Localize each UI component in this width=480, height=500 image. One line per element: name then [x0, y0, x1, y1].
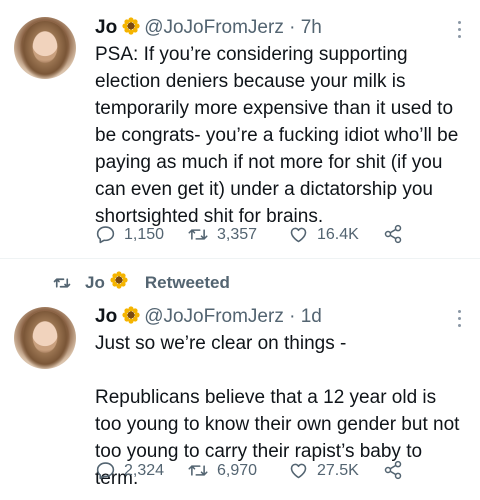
reply-icon: [96, 462, 115, 480]
share-icon: [384, 224, 402, 244]
reply-button[interactable]: 2,324: [95, 460, 164, 481]
retweet-icon: [188, 465, 208, 476]
like-button[interactable]: 27.5K: [288, 460, 359, 481]
retweet-button[interactable]: 3,357: [187, 224, 257, 245]
timestamp[interactable]: 7h: [301, 17, 322, 38]
share-icon: [384, 460, 402, 480]
display-name[interactable]: Jo: [95, 306, 117, 327]
reply-count: 1,150: [124, 225, 165, 243]
avatar[interactable]: [14, 307, 76, 369]
reply-button[interactable]: 1,150: [95, 224, 164, 245]
display-name[interactable]: Jo: [95, 17, 117, 38]
like-button[interactable]: 16.4K: [288, 224, 359, 245]
tweet-text: PSA: If you’re considering supporting el…: [95, 44, 464, 227]
retweet-icon: [188, 229, 208, 240]
avatar[interactable]: [14, 17, 76, 79]
retweet-count: 3,357: [217, 225, 258, 243]
reply-icon: [96, 226, 115, 244]
timestamp[interactable]: 1d: [301, 306, 322, 327]
more-icon[interactable]: [458, 21, 462, 39]
like-icon: [290, 463, 307, 479]
sunflower-icon: [122, 306, 140, 330]
retweet-count: 6,970: [217, 461, 258, 479]
separator-dot: ·: [289, 17, 296, 38]
user-handle[interactable]: @JoJoFromJerz: [144, 306, 284, 327]
like-count: 16.4K: [317, 225, 359, 243]
sunflower-icon: [122, 17, 140, 41]
tweet-header: Jo @JoJoFromJerz · 1d: [95, 306, 322, 330]
tweet-1[interactable]: Jo @JoJoFromJerz · 7h PSA: If you’re cons…: [0, 0, 480, 259]
more-icon[interactable]: [458, 310, 462, 328]
share-button[interactable]: [383, 460, 411, 480]
tweet-header: Jo @JoJoFromJerz · 7h: [95, 17, 322, 41]
user-handle[interactable]: @JoJoFromJerz: [144, 17, 284, 38]
tweet-2[interactable]: Jo @JoJoFromJerz · 1d Just so we’re clear…: [0, 259, 480, 500]
retweet-button[interactable]: 6,970: [187, 460, 257, 481]
like-count: 27.5K: [317, 461, 359, 479]
like-icon: [290, 227, 307, 243]
reply-count: 2,324: [124, 461, 165, 479]
share-button[interactable]: [383, 224, 411, 244]
separator-dot: ·: [289, 306, 296, 327]
